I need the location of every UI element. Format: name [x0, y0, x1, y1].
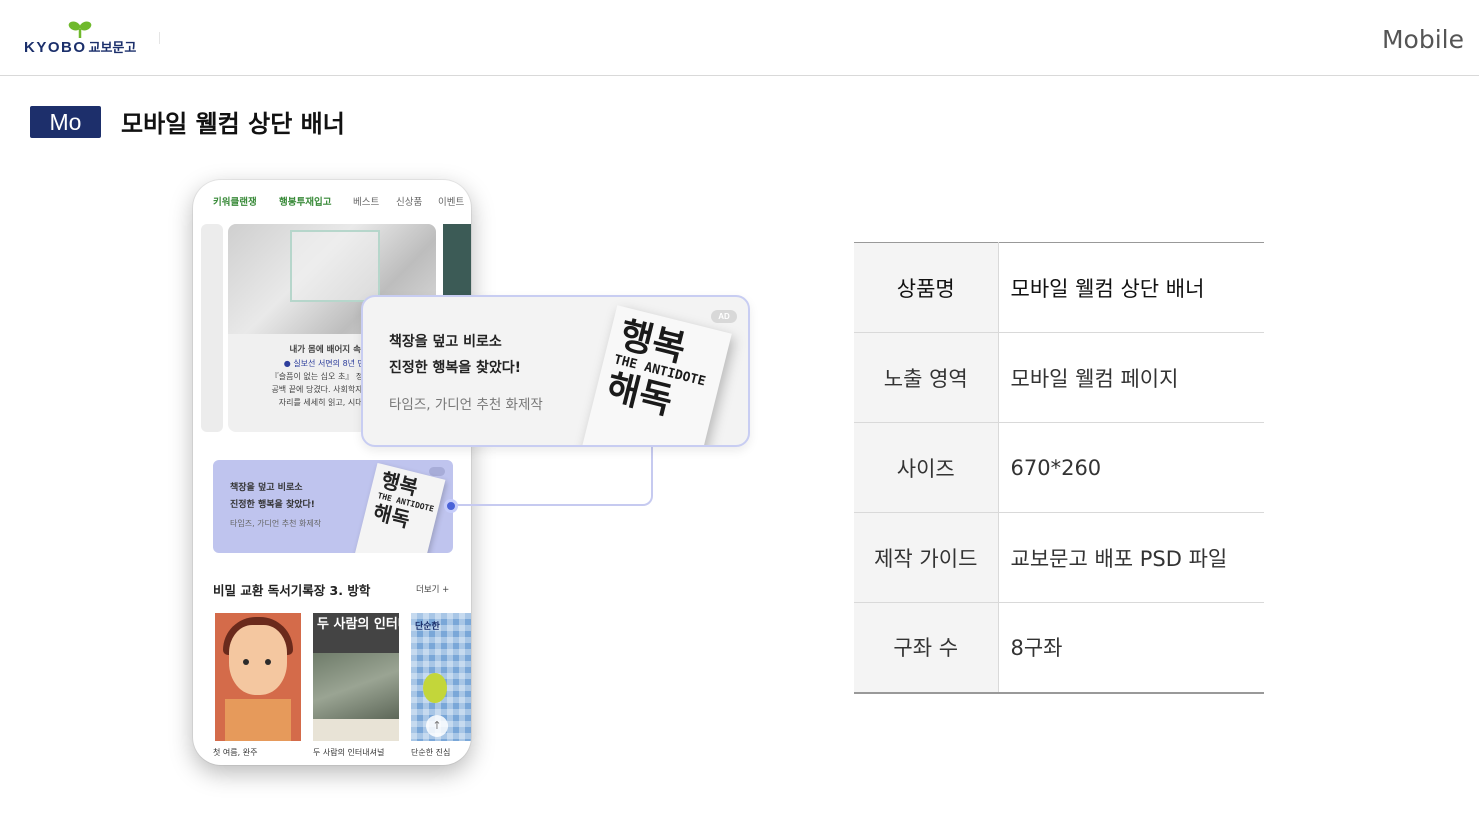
- logo-wordmark: KYOBO 교보문고: [24, 39, 137, 56]
- book-cover-2[interactable]: 두 사람의 인터내셔널: [313, 613, 399, 741]
- phone-nav-tabs: 키워클랜쟁 행봉투재입고 베스트 신상품 이벤트: [193, 194, 471, 216]
- illustration-body: [225, 699, 291, 741]
- spec-value: 8구좌: [1010, 636, 1063, 661]
- illustration-face: [229, 625, 287, 695]
- phone-tab-2[interactable]: 행봉투재입고: [279, 194, 331, 208]
- spec-value: 670*260: [998, 422, 1264, 513]
- book-cover-3[interactable]: 단순한 ↑: [411, 613, 471, 741]
- book-cover-2-footer: [313, 719, 399, 741]
- mobile-badge: Mo: [30, 106, 101, 138]
- section-title: 비밀 교환 독서기록장 3. 방학: [213, 583, 371, 598]
- spec-value: 모바일 웰컴 페이지: [998, 332, 1264, 423]
- callout-subtext: 타임즈, 가디언 추천 화제작: [389, 397, 543, 413]
- book-cover-2-title: 두 사람의 인터내셔널: [313, 613, 399, 653]
- welcome-top-banner[interactable]: 책장을 덮고 비로소 진정한 행복을 찾았다! 타임즈, 가디언 추천 화제작 …: [213, 460, 453, 553]
- table-row: 구좌 수 8구좌: [854, 602, 1264, 693]
- callout-headline-1: 책장을 덮고 비로소: [389, 334, 502, 350]
- phone-tab-5[interactable]: 이벤트: [438, 194, 464, 208]
- phone-tab-1[interactable]: 키워클랜쟁: [213, 194, 257, 208]
- spec-key: 구좌 수: [854, 602, 999, 693]
- illustration-road: [313, 653, 399, 719]
- table-row: 노출 영역 모바일 웰컴 페이지: [854, 332, 1264, 423]
- banner-book-cover: 행복 THE ANTIDOTE 해독: [354, 462, 446, 553]
- table-row: 사이즈 670*260: [854, 422, 1264, 513]
- callout-book-cover: 행복 THE ANTIDOTE 해독: [576, 305, 732, 445]
- spec-table: 상품명 모바일 웰컴 상단 배너 노출 영역 모바일 웰컴 페이지 사이즈 67…: [854, 242, 1264, 694]
- callout-headline-2: 진정한 행복을 찾았다!: [389, 360, 522, 376]
- book-caption-2: 두 사람의 인터내셔널: [313, 748, 385, 757]
- table-row: 제작 가이드 교보문고 배포 PSD 파일: [854, 512, 1264, 603]
- carousel-image-frame: [290, 230, 380, 302]
- spec-value: 모바일 웰컴 상단 배너: [998, 242, 1264, 333]
- phone-tab-3[interactable]: 베스트: [353, 194, 379, 208]
- spec-value: 교보문고 배포 PSD 파일: [998, 512, 1264, 603]
- phone-mockup: 키워클랜쟁 행봉투재입고 베스트 신상품 이벤트 내가 몸에 배어지 속으로 ●…: [193, 180, 471, 765]
- banner-subtext: 타임즈, 가디언 추천 화제작: [230, 519, 322, 528]
- header-divider: [159, 32, 160, 44]
- table-row: 상품명 모바일 웰컴 상단 배너: [854, 242, 1264, 333]
- scroll-top-icon[interactable]: ↑: [426, 715, 448, 737]
- carousel-prev-peek: [201, 224, 223, 432]
- book-caption-1: 첫 여름, 완주: [213, 748, 258, 757]
- phone-tab-4[interactable]: 신상품: [396, 194, 422, 208]
- spec-key: 제작 가이드: [854, 512, 999, 603]
- illustration-blob: [423, 673, 447, 703]
- illustration-eye: [265, 659, 271, 665]
- ad-badge: [429, 467, 445, 476]
- spec-key: 노출 영역: [854, 332, 999, 423]
- more-link[interactable]: 더보기 +: [416, 583, 449, 595]
- spec-key: 사이즈: [854, 422, 999, 513]
- banner-headline-1: 책장을 덮고 비로소: [230, 483, 303, 493]
- kyobo-logo[interactable]: KYOBO 교보문고: [24, 20, 164, 60]
- platform-label: Mobile: [1381, 25, 1464, 54]
- book-cover-1[interactable]: [215, 613, 301, 741]
- spec-key: 상품명: [854, 242, 999, 333]
- book-caption-3: 단순한 진심: [411, 748, 451, 757]
- header: KYOBO 교보문고 Mobile: [0, 0, 1479, 76]
- callout-connector-line: [447, 440, 653, 506]
- illustration-eye: [243, 659, 249, 665]
- page-title: 모바일 웰컴 상단 배너: [121, 110, 345, 138]
- ad-badge: AD: [711, 310, 737, 323]
- banner-headline-2: 진정한 행복을 찾았다!: [230, 500, 315, 510]
- book-cover-3-title: 단순한: [415, 622, 440, 632]
- callout-anchor-dot: [444, 499, 458, 513]
- banner-zoom-callout: 책장을 덮고 비로소 진정한 행복을 찾았다! 타임즈, 가디언 추천 화제작 …: [361, 295, 750, 447]
